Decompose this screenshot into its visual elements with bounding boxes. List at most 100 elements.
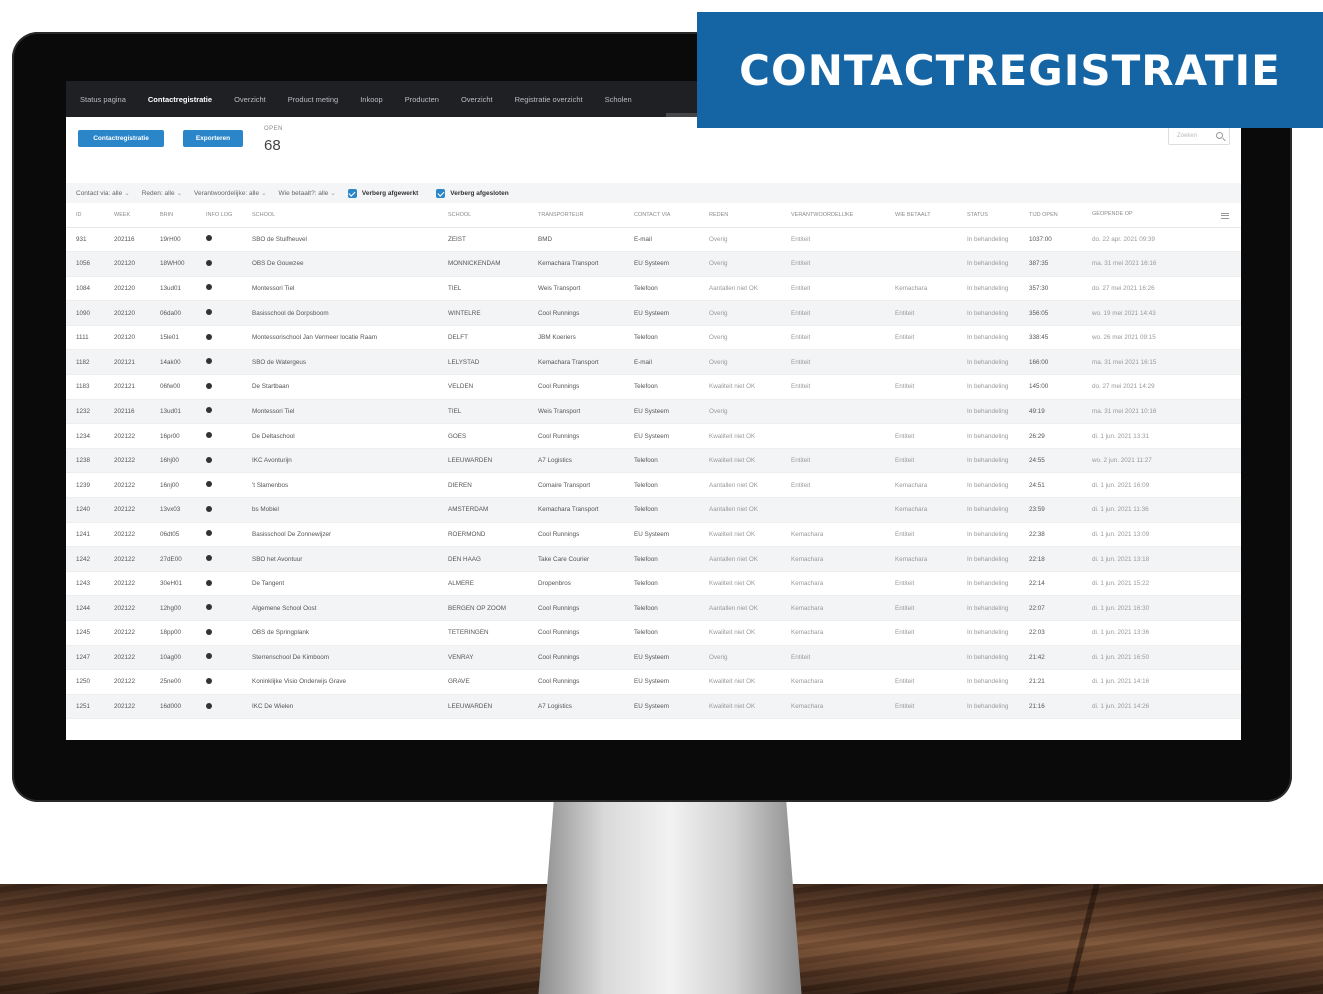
nav-item-overzicht-2[interactable]: Overzicht [461,95,493,104]
nav-item-product-meting[interactable]: Product meting [288,95,338,104]
table-row[interactable]: 1056 202120 18WH00 OBS De Gouwzee MONNICKEND… [66,251,1241,277]
nav-item-producten[interactable]: Producten [405,95,439,104]
table-cell: Kemachara [781,571,885,597]
info-icon[interactable] [206,653,212,660]
info-icon[interactable] [206,505,212,512]
table-row[interactable]: 1244 202122 12hg00 Algemene School Oost BERG… [66,595,1241,621]
table-row[interactable]: 1247 202122 10ag00 Sterrenschool De Kimboom… [66,645,1241,671]
table-cell: 't Slamenbos [242,472,438,499]
nav-item-overzicht[interactable]: Overzicht [234,95,266,104]
filter-verantwoordelijke[interactable]: Verantwoordelijke: alle ⌄ [194,189,267,197]
info-icon[interactable] [206,259,212,266]
column-header[interactable]: TIJD OPEN [1019,203,1082,228]
table-row[interactable]: 1242 202122 27dE00 SBO het Avontuur DEN HAAG… [66,546,1241,572]
info-icon[interactable] [206,555,212,562]
table-cell: In behandeling [957,423,1019,449]
filter-reden[interactable]: Reden: alle ⌄ [142,189,182,197]
info-icon[interactable] [206,579,212,586]
column-header[interactable]: GEOPENDE OP [1082,203,1241,228]
column-header[interactable]: SCHOOL [242,203,438,228]
nav-item-scholen[interactable]: Scholen [605,95,632,104]
info-icon[interactable] [206,432,212,439]
search-input[interactable]: Zoeken [1168,127,1230,145]
table-row[interactable]: 1241 202122 06dt05 Basisschool De Zonnewijz… [66,522,1241,548]
column-header[interactable]: BRIN [150,203,196,228]
info-icon[interactable] [206,604,212,611]
table-row[interactable]: 931 202116 19rH00 SBO de Stuifheuvel ZEIST BM… [66,227,1241,253]
info-icon[interactable] [206,309,212,316]
nav-item-registratie-overzicht[interactable]: Registratie overzicht [515,95,583,104]
table-row[interactable]: 1243 202122 30eH01 De Tangent ALMERE Dropenbr… [66,571,1241,597]
column-header[interactable]: REDEN [699,203,781,228]
hide-done-toggle[interactable]: Verberg afgewerkt [347,188,418,198]
column-header[interactable]: INFO LOG [196,203,242,228]
export-button[interactable]: Exporteren [183,130,243,147]
table-row[interactable]: 1238 202122 16hj00 IKC Avonturijn LEEUWARDEN… [66,448,1241,474]
info-icon[interactable] [206,481,212,488]
info-icon[interactable] [206,456,212,463]
filter-wie-betaalt[interactable]: Wie betaalt?: alle ⌄ [279,189,336,197]
nav-item-contactregistratie[interactable]: Contactregistratie [148,95,212,104]
table-cell: Cool Runnings [528,669,624,695]
table-cell [885,251,957,277]
table-cell: EU Systeem [624,645,699,671]
table-cell: EU Systeem [624,669,699,695]
column-header[interactable]: ID [66,203,104,228]
table-row[interactable]: 1234 202122 16pr00 De Deltaschool GOES Cool R… [66,423,1241,449]
table-cell: 16pr00 [150,423,196,449]
column-header[interactable]: SCHOOL [438,203,528,228]
info-icon[interactable] [206,530,212,537]
table-row[interactable]: 1182 202121 14ak00 SBO de Watergeus LELYSTAD… [66,349,1241,376]
table-cell: di. 1 jun. 2021 16:09 [1082,472,1241,499]
table-cell: do. 22 apr. 2021 09:39 [1082,227,1241,253]
open-count: 68 [264,137,281,154]
table-cell: 1090 [66,300,104,326]
column-menu-icon[interactable] [1221,212,1229,219]
info-icon[interactable] [206,677,212,684]
contactregistratie-button[interactable]: Contactregistratie [78,130,164,147]
table-cell: In behandeling [957,620,1019,646]
table-cell: Kemachara Transport [528,497,624,523]
column-header[interactable]: TRANSPORTEUR [528,203,624,228]
column-header[interactable]: CONTACT VIA [624,203,699,228]
table-row[interactable]: 1084 202120 13ud01 Montessori Tiel TIEL Weis … [66,276,1241,302]
hide-closed-toggle[interactable]: Verberg afgesloten [436,188,509,198]
column-header[interactable]: STATUS [957,203,1019,228]
nav-item-inkoop[interactable]: Inkoop [360,95,383,104]
column-header[interactable]: VERANTWOORDELIJKE [781,203,885,228]
checkbox-icon[interactable] [436,188,446,198]
table-cell: 1239 [66,472,104,499]
info-icon[interactable] [206,382,212,389]
search-placeholder: Zoeken [1177,133,1198,139]
table-row[interactable]: 1232 202116 13ud01 Montessori Tiel TIEL Weis … [66,399,1241,425]
info-icon[interactable] [206,284,212,291]
info-icon[interactable] [206,235,212,242]
table-cell: JBM Koeriers [528,325,624,351]
search-icon[interactable] [1216,132,1223,139]
table-row[interactable]: 1240 202122 13vx03 bs Mobiel AMSTERDAM Kemach… [66,497,1241,523]
info-icon[interactable] [206,628,212,635]
info-icon[interactable] [206,333,212,340]
table-cell: Aantallen niet OK [699,595,781,621]
checkbox-icon[interactable] [347,188,357,198]
table-row[interactable]: 1245 202122 18pp00 OBS de Springplank TETERI… [66,620,1241,646]
table-cell [196,669,242,695]
table-cell: Entiteit [781,227,885,253]
table-row[interactable]: 1090 202120 06da00 Basisschool de Dorpsboom… [66,300,1241,326]
table-cell: Kemachara [885,546,957,572]
open-label: OPEN [264,126,284,132]
table-row[interactable]: 1111 202120 15le01 Montessorischool Jan Ver… [66,325,1241,351]
info-icon[interactable] [206,358,212,365]
column-header[interactable]: WIE BETAALT [885,203,957,228]
nav-item-status[interactable]: Status pagina [80,95,126,104]
table-row[interactable]: 1183 202121 06fw00 De Startbaan VELDEN Cool R… [66,374,1241,400]
info-icon[interactable] [206,407,212,414]
table-cell [196,645,242,671]
table-row[interactable]: 1239 202122 16nj00 't Slamenbos DIEREN Comair… [66,472,1241,499]
filter-contact-via[interactable]: Contact via: alle ⌄ [76,189,130,197]
table-row[interactable]: 1251 202122 16d000 IKC De Wielen LEEUWARDEN A… [66,694,1241,720]
table-row[interactable]: 1250 202122 25ne00 Koninklijke Visio Onderw… [66,669,1241,695]
table-cell [196,546,242,572]
column-header[interactable]: WEEK [104,203,150,228]
info-icon[interactable] [206,702,212,709]
